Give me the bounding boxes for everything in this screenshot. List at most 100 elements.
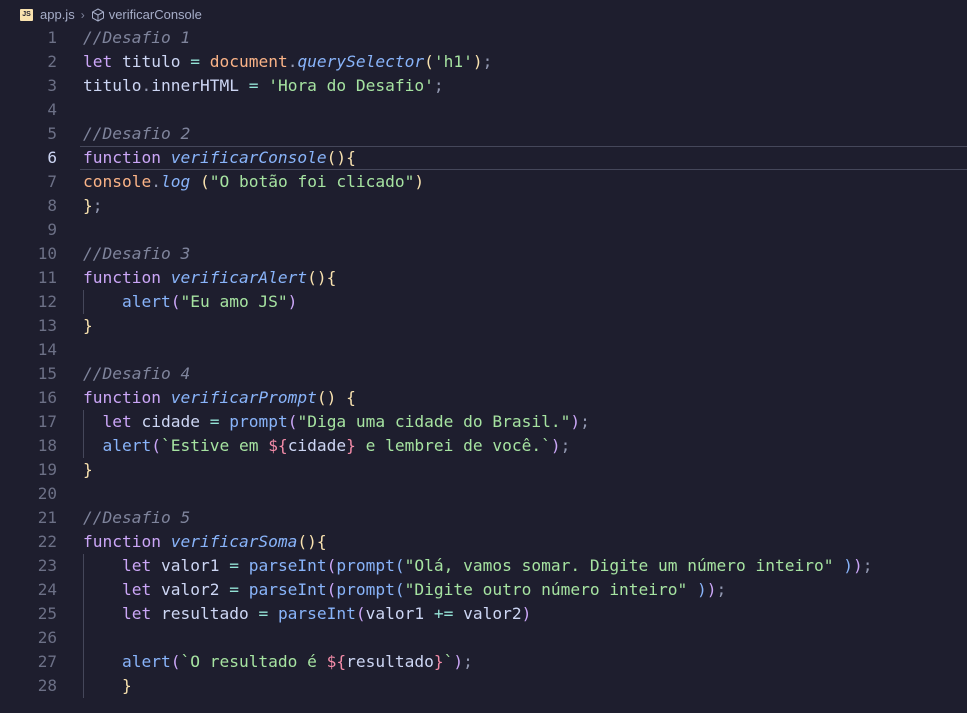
code-token: resultado [151,604,259,623]
code-text: function verificarPrompt() { [83,386,356,410]
code-token: parseInt [248,556,327,575]
code-token: } [346,436,356,455]
code-token: prompt [336,556,395,575]
cube-icon [91,7,105,22]
code-line[interactable]: 28 } [0,674,967,698]
code-line[interactable]: 5 //Desafio 2 [0,122,967,146]
code-line[interactable]: 1 //Desafio 1 [0,26,967,50]
line-number: 16 [37,388,57,407]
indent-guide [83,626,84,650]
code-line[interactable]: 9 [0,218,967,242]
code-token: ) [550,436,561,455]
code-token: verificarConsole [170,148,327,167]
code-token: //Desafio 1 [83,28,191,47]
code-token: ; [580,412,590,431]
code-token: ( [326,556,337,575]
code-token: "O botão foi clicado" [209,172,415,191]
code-token: ) [706,580,717,599]
code-token: "Eu amo JS" [180,292,288,311]
line-number: 3 [47,76,57,95]
code-token: verificarPrompt [170,388,317,407]
code-token: //Desafio 5 [83,508,191,527]
line-number: 25 [37,604,57,623]
code-token: let [102,412,132,431]
code-line[interactable]: 6 function verificarConsole(){ [0,146,967,170]
code-token: ( [199,172,210,191]
code-token: (){ [326,148,356,167]
code-line[interactable]: 13} [0,314,967,338]
code-line[interactable]: 27 alert(`O resultado é ${resultado}`); [0,650,967,674]
code-line[interactable]: 14 [0,338,967,362]
line-number: 21 [37,508,57,527]
code-line[interactable]: 11 function verificarAlert(){ [0,266,967,290]
code-text: //Desafio 1 [83,26,190,50]
code-line[interactable]: 18 alert(`Estive em ${cidade} e lembrei … [0,434,967,458]
line-number: 5 [47,124,57,143]
code-text: } [83,674,132,698]
code-token: = [190,52,200,71]
code-token: "Olá, vamos somar. Digite um número inte… [404,556,834,575]
code-token: document [209,52,288,71]
code-text: console.log ("O botão foi clicado") [83,170,424,194]
line-number: 9 [47,220,57,239]
code-editor[interactable]: 1 //Desafio 1 2 let titulo = document.query… [0,26,967,698]
code-text: alert(`Estive em ${cidade} e lembrei de … [83,434,571,458]
line-number: 7 [47,172,57,191]
code-line[interactable]: 8}; [0,194,967,218]
code-text: } [83,458,93,482]
line-number: 22 [37,532,57,551]
code-text: function verificarAlert(){ [83,266,336,290]
code-line[interactable]: 12 alert("Eu amo JS") [0,290,967,314]
code-line[interactable]: 16 function verificarPrompt() { [0,386,967,410]
code-token: valor2 [453,604,522,623]
breadcrumb-file[interactable]: app.js [40,7,75,22]
code-line[interactable]: 22 function verificarSoma(){ [0,530,967,554]
code-token: console [83,172,152,191]
js-file-icon: JS [20,8,33,21]
code-token: innerHTML [151,76,249,95]
code-line[interactable]: 2 let titulo = document.querySelector('h1… [0,50,967,74]
code-token: = [209,412,220,431]
code-token: prompt [336,580,395,599]
code-line[interactable]: 24 let valor2 = parseInt(prompt("Digite … [0,578,967,602]
code-line[interactable]: 23 let valor1 = parseInt(prompt("Olá, va… [0,554,967,578]
code-line[interactable]: 25 let resultado = parseInt(valor1 += va… [0,602,967,626]
line-number: 20 [37,484,57,503]
code-text: //Desafio 4 [83,362,190,386]
code-token: ( [355,604,366,623]
code-line[interactable]: 3 titulo.innerHTML = 'Hora do Desafio'; [0,74,967,98]
code-line[interactable]: 7 console.log ("O botão foi clicado") [0,170,967,194]
code-line[interactable]: 17 let cidade = prompt("Diga uma cidade … [0,410,967,434]
code-line[interactable]: 10 //Desafio 3 [0,242,967,266]
code-token: parseInt [248,580,327,599]
code-token: 'Hora do Desafio' [268,76,434,95]
code-token: "Digite outro número inteiro" [404,580,688,599]
breadcrumb-symbol[interactable]: verificarConsole [109,7,202,22]
code-text: function verificarSoma(){ [83,530,327,554]
code-token: //Desafio 3 [83,244,191,263]
line-number: 18 [37,436,57,455]
code-line[interactable]: 19} [0,458,967,482]
code-token: let [121,580,152,599]
code-line[interactable]: 15 //Desafio 4 [0,362,967,386]
code-text: alert(`O resultado é ${resultado}`); [83,650,473,674]
code-line[interactable]: 20 [0,482,967,506]
code-text: titulo.innerHTML = 'Hora do Desafio'; [83,74,444,98]
code-token: = [248,76,259,95]
code-line[interactable]: 26 [0,626,967,650]
code-line[interactable]: 21 //Desafio 5 [0,506,967,530]
code-line[interactable]: 4 [0,98,967,122]
line-number: 19 [37,460,57,479]
code-token: ; [463,652,473,671]
line-number: 6 [47,148,57,167]
line-number: 1 [47,28,57,47]
code-token: () [316,388,337,407]
